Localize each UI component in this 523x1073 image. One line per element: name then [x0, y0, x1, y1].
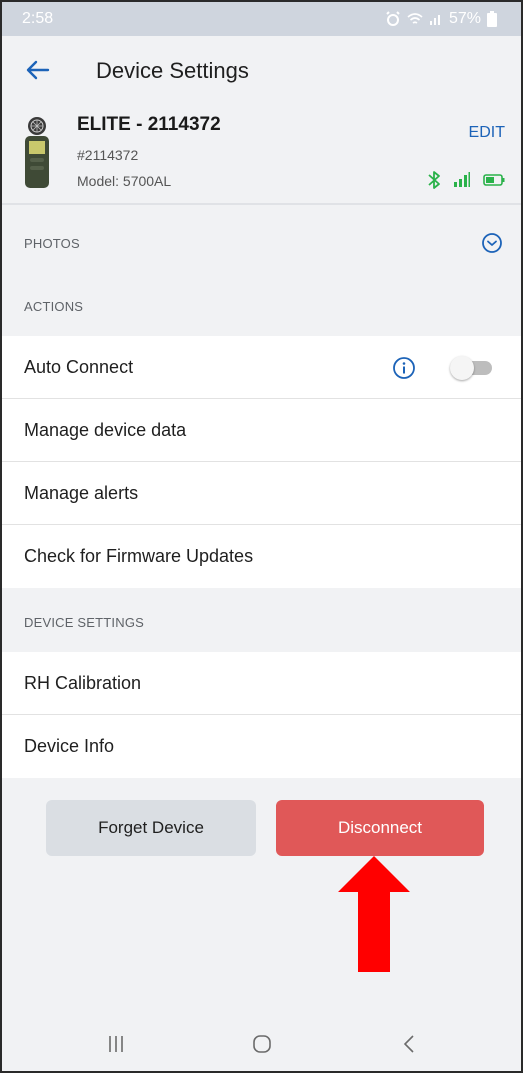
battery-percent: 57%	[448, 10, 481, 27]
toggle-thumb	[450, 356, 474, 380]
rh-calibration-label: RH Calibration	[24, 673, 142, 693]
back-nav-icon[interactable]	[398, 1032, 422, 1056]
back-arrow-icon[interactable]	[22, 54, 54, 86]
rh-calibration-row[interactable]: RH Calibration	[2, 652, 521, 715]
info-icon[interactable]	[392, 356, 416, 380]
device-model: Model: 5700AL	[77, 173, 172, 189]
status-icons: 57%	[385, 10, 497, 28]
expand-chevron-icon[interactable]	[481, 232, 503, 254]
status-bar: 2:58 57%	[2, 2, 521, 36]
firmware-updates-row[interactable]: Check for Firmware Updates	[2, 525, 521, 588]
signal-icon	[429, 15, 440, 25]
firmware-updates-label: Check for Firmware Updates	[24, 546, 254, 566]
wifi-icon	[407, 13, 423, 24]
device-settings-list: RH Calibration Device Info	[2, 652, 521, 778]
system-nav-bar	[2, 1014, 521, 1071]
manage-alerts-label: Manage alerts	[24, 483, 139, 503]
auto-connect-row[interactable]: Auto Connect	[2, 336, 521, 399]
forget-device-button[interactable]: Forget Device	[46, 800, 256, 856]
device-info-row[interactable]: Device Info	[2, 715, 521, 778]
device-thumbnail	[25, 117, 49, 188]
device-name: ELITE - 2114372	[77, 114, 221, 135]
alarm-icon	[386, 11, 400, 26]
edit-button[interactable]: EDIT	[469, 124, 505, 142]
header-divider	[2, 203, 521, 205]
status-time: 2:58	[22, 10, 54, 27]
battery-icon	[487, 11, 497, 27]
actions-section-label: ACTIONS	[24, 299, 84, 314]
auto-connect-label: Auto Connect	[24, 357, 134, 377]
manage-alerts-row[interactable]: Manage alerts	[2, 462, 521, 525]
device-settings-section-label: DEVICE SETTINGS	[24, 615, 145, 630]
bluetooth-icon	[428, 171, 440, 189]
device-header: ELITE - 2114372 #2114372 Model: 5700AL E…	[2, 106, 521, 202]
device-battery-icon	[483, 174, 505, 186]
auto-connect-toggle[interactable]	[450, 356, 492, 380]
annotation-arrow-icon	[338, 856, 410, 972]
device-serial: #2114372	[77, 147, 139, 163]
app-bar: Device Settings	[2, 36, 521, 106]
phone-screen: 2:58 57% Device Settings ELITE - 2114372…	[0, 0, 523, 1073]
signal-strength-icon	[454, 172, 470, 187]
page-title: Device Settings	[96, 58, 249, 83]
photos-section-label: PHOTOS	[24, 236, 80, 251]
recent-apps-icon[interactable]	[104, 1032, 128, 1056]
disconnect-button[interactable]: Disconnect	[276, 800, 484, 856]
device-status-icons	[427, 170, 505, 190]
device-info-label: Device Info	[24, 736, 115, 756]
manage-device-data-row[interactable]: Manage device data	[2, 399, 521, 462]
manage-device-data-label: Manage device data	[24, 420, 187, 440]
home-icon[interactable]	[250, 1032, 274, 1056]
actions-list: Auto Connect Manage device data Manage a…	[2, 336, 521, 588]
